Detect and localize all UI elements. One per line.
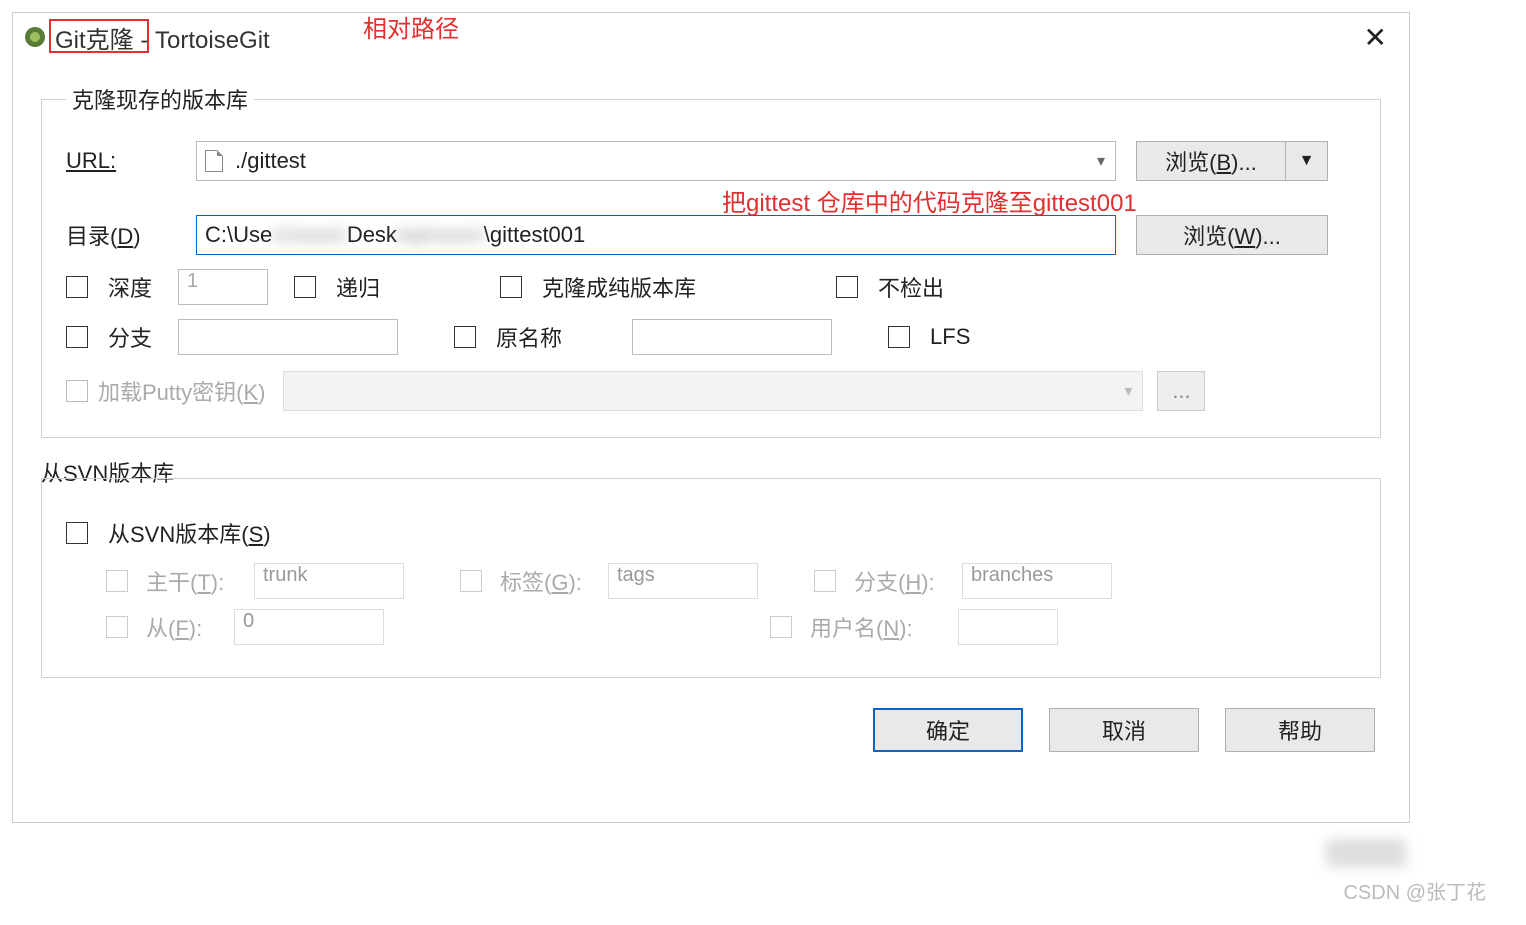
options-row-2: 分支 原名称 LFS (66, 319, 1356, 355)
annotation-clone-note: 把gittest 仓库中的代码克隆至gittest001 (722, 183, 1137, 218)
dir-blur1: rs\xxxx\ (272, 222, 347, 248)
dialog-footer: 确定 取消 帮助 (41, 696, 1381, 752)
svn-options: 主干(T): trunk 标签(G): tags 分支(H): branches… (106, 563, 1356, 645)
username-checkbox (770, 616, 792, 638)
directory-row: 目录(D) C:\Use rs\xxxx\ Desk top\xxxx\ \gi… (66, 215, 1356, 255)
depth-checkbox[interactable] (66, 276, 88, 298)
tags-checkbox (460, 570, 482, 592)
title-text: Git克隆 - TortoiseGit (55, 20, 270, 55)
svn-group: 从SVN版本库(S) 主干(T): trunk 标签(G): tags 分支(H… (41, 478, 1381, 678)
username-input (958, 609, 1058, 645)
from-svn-label: 从SVN版本库(S) (108, 517, 271, 549)
nocheckout-label: 不检出 (878, 271, 944, 303)
from-rev-checkbox (106, 616, 128, 638)
svn-branch-input: branches (962, 563, 1112, 599)
close-icon[interactable]: ✕ (1352, 21, 1399, 54)
putty-label: 加载Putty密钥(K) (66, 375, 265, 407)
branch-checkbox[interactable] (66, 326, 88, 348)
putty-row: 加载Putty密钥(K) ▾ ... (66, 371, 1356, 411)
branch-input[interactable] (178, 319, 398, 355)
bare-label: 克隆成纯版本库 (542, 271, 696, 303)
dir-blur2: top\xxxx\ (397, 222, 484, 248)
branch-label: 分支 (108, 321, 152, 353)
directory-label: 目录(D) (66, 219, 196, 251)
nocheckout-checkbox[interactable] (836, 276, 858, 298)
chevron-down-icon[interactable]: ▾ (1087, 151, 1115, 171)
dir-suffix: \gittest001 (484, 222, 586, 248)
tags-input: tags (608, 563, 758, 599)
putty-checkbox (66, 380, 88, 402)
clone-group: 克隆现存的版本库 URL: ./gittest ▾ 浏览(B)... ▼ 把gi… (41, 83, 1381, 438)
url-combo[interactable]: ./gittest ▾ (196, 141, 1116, 181)
ok-button[interactable]: 确定 (873, 708, 1023, 752)
browse-url-dropdown[interactable]: ▼ (1286, 141, 1328, 181)
lfs-checkbox[interactable] (888, 326, 910, 348)
trunk-checkbox (106, 570, 128, 592)
trunk-input: trunk (254, 563, 404, 599)
svn-branch-label: 分支(H): (854, 565, 954, 597)
blur-overlay (1326, 839, 1406, 867)
from-svn-row: 从SVN版本库(S) (66, 517, 1356, 549)
app-icon (23, 25, 47, 49)
depth-label: 深度 (108, 271, 152, 303)
browse-url-split: 浏览(B)... ▼ (1136, 141, 1328, 181)
putty-combo: ▾ (283, 371, 1143, 411)
origname-checkbox[interactable] (454, 326, 476, 348)
trunk-label: 主干(T): (146, 565, 246, 597)
bare-checkbox[interactable] (500, 276, 522, 298)
depth-input[interactable]: 1 (178, 269, 268, 305)
clone-group-legend: 克隆现存的版本库 (66, 83, 254, 115)
svn-row-2: 从(F): 0 用户名(N): (106, 609, 1356, 645)
svn-branch-checkbox (814, 570, 836, 592)
help-button[interactable]: 帮助 (1225, 708, 1375, 752)
url-label: URL: (66, 148, 196, 174)
url-value: ./gittest (231, 148, 1087, 174)
watermark: CSDN @张丁花 (1343, 876, 1486, 905)
url-row: URL: ./gittest ▾ 浏览(B)... ▼ (66, 141, 1356, 181)
from-rev-label: 从(F): (146, 611, 226, 643)
recursive-checkbox[interactable] (294, 276, 316, 298)
browse-dir-button[interactable]: 浏览(W)... (1136, 215, 1328, 255)
from-rev-input: 0 (234, 609, 384, 645)
tags-label: 标签(G): (500, 565, 600, 597)
dialog-window: Git克隆 - TortoiseGit ✕ 相对路径 克隆现存的版本库 URL:… (12, 12, 1410, 823)
browse-url-button[interactable]: 浏览(B)... (1136, 141, 1286, 181)
svn-row-1: 主干(T): trunk 标签(G): tags 分支(H): branches (106, 563, 1356, 599)
username-label: 用户名(N): (810, 611, 950, 643)
document-icon (205, 150, 223, 172)
lfs-label: LFS (930, 324, 970, 350)
dir-prefix: C:\Use (205, 222, 272, 248)
dialog-content: 相对路径 克隆现存的版本库 URL: ./gittest ▾ 浏览(B)... … (13, 61, 1409, 762)
directory-input[interactable]: C:\Use rs\xxxx\ Desk top\xxxx\ \gittest0… (196, 215, 1116, 255)
title-bar: Git克隆 - TortoiseGit ✕ (13, 13, 1409, 61)
options-row-1: 深度 1 递归 克隆成纯版本库 不检出 (66, 269, 1356, 305)
from-svn-checkbox[interactable] (66, 522, 88, 544)
putty-browse-button: ... (1157, 371, 1205, 411)
origname-input[interactable] (632, 319, 832, 355)
recursive-label: 递归 (336, 271, 380, 303)
origname-label: 原名称 (496, 321, 562, 353)
chevron-down-icon: ▾ (1114, 381, 1142, 401)
dir-mid: Desk (347, 222, 397, 248)
cancel-button[interactable]: 取消 (1049, 708, 1199, 752)
